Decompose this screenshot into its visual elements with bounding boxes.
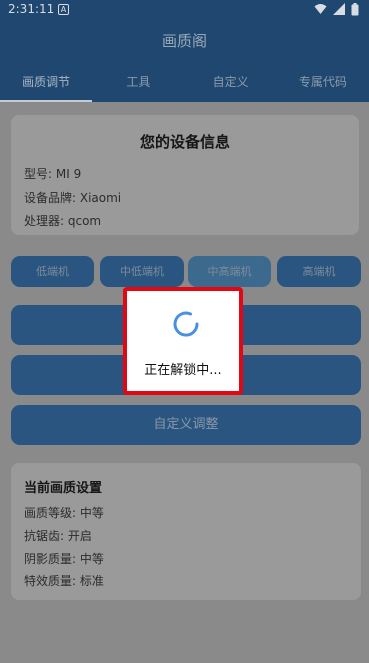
setting-antialiasing: 抗锯齿: 开启 <box>24 529 92 543</box>
setting-quality-level: 画质等级: 中等 <box>24 506 104 520</box>
tab-exclusive-code[interactable]: 专属代码 <box>277 62 369 102</box>
device-info-card: 您的设备信息 型号: MI 9 设备品牌: Xiaomi 处理器: qcom <box>11 115 359 235</box>
tab-bar: 画质调节 工具 自定义 专属代码 <box>0 62 369 102</box>
app-title: 画质阁 <box>161 32 207 50</box>
tier-low-button[interactable]: 低端机 <box>11 256 94 287</box>
loading-spinner-icon <box>173 311 199 337</box>
notification-badge: A <box>58 4 69 15</box>
battery-icon <box>351 3 359 16</box>
signal-icon <box>333 3 345 15</box>
setting-effects-quality: 特效质量: 标准 <box>24 574 104 588</box>
tab-tools[interactable]: 工具 <box>92 62 184 102</box>
status-time: 2:31:11 <box>8 2 55 16</box>
unlocking-message: 正在解锁中... <box>144 363 222 378</box>
device-model: 型号: MI 9 <box>24 167 82 181</box>
device-info-title: 您的设备信息 <box>139 133 230 151</box>
tier-mid-low-button[interactable]: 中低端机 <box>100 256 184 287</box>
wifi-icon <box>314 4 327 14</box>
current-settings-card: 当前画质设置 画质等级: 中等 抗锯齿: 开启 阴影质量: 中等 特效质量: 标… <box>11 463 361 600</box>
device-tier-selector: 低端机 中低端机 中高端机 高端机 <box>11 256 361 287</box>
tier-mid-high-button[interactable]: 中高端机 <box>188 256 271 287</box>
tab-quality-adjust[interactable]: 画质调节 <box>0 62 93 102</box>
device-brand: 设备品牌: Xiaomi <box>24 191 122 205</box>
tab-custom[interactable]: 自定义 <box>185 62 277 102</box>
status-icons <box>314 3 359 16</box>
current-settings-title: 当前画质设置 <box>24 481 103 496</box>
tier-high-button[interactable]: 高端机 <box>277 256 361 287</box>
app-bar: 画质阁 <box>0 20 369 62</box>
status-bar: 2:31:11 A <box>0 0 369 20</box>
device-processor: 处理器: qcom <box>24 214 102 228</box>
custom-adjust-button[interactable]: 自定义调整 <box>11 405 361 445</box>
unlocking-dialog: 正在解锁中... <box>123 287 243 395</box>
setting-shadow-quality: 阴影质量: 中等 <box>24 552 104 566</box>
